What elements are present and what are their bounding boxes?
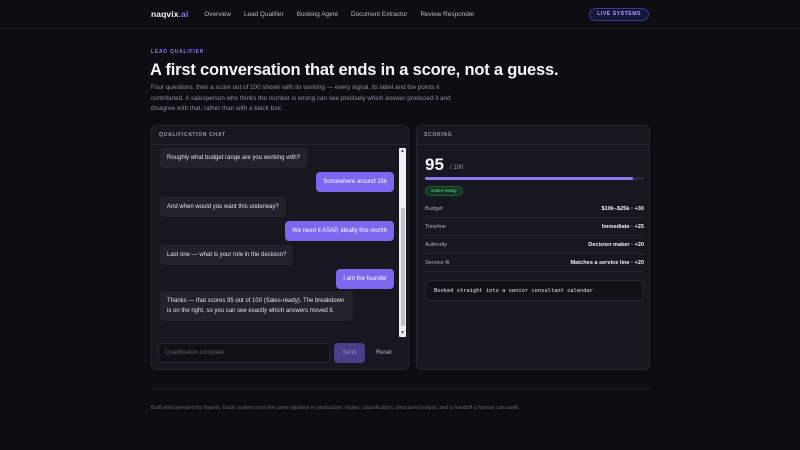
- chat-messages: Roughly what budget range are you workin…: [158, 146, 396, 338]
- logo-text: naqvix: [151, 9, 179, 19]
- logo-suffix: .ai: [178, 9, 189, 19]
- logo[interactable]: naqvix.ai: [151, 9, 188, 19]
- score-row-value: Immediate · +25: [601, 223, 644, 230]
- live-systems-badge[interactable]: LIVE SYSTEMS: [589, 8, 649, 21]
- footer-text: Built and operated by Naqvix. Each syste…: [151, 405, 520, 411]
- chat-scrollbar[interactable]: ▲ ▼: [399, 148, 406, 337]
- scoring-panel-header: SCORING: [417, 126, 649, 145]
- score-max: / 100: [450, 165, 464, 171]
- nav-link-review-responder[interactable]: Review Responder: [420, 11, 474, 18]
- score-row-label: Service fit: [425, 259, 450, 266]
- user-message: I am the founder: [336, 269, 394, 289]
- chat-input[interactable]: Qualification complete: [158, 343, 330, 363]
- chat-panel-header: QUALIFICATION CHAT: [152, 126, 408, 145]
- scroll-thumb[interactable]: [400, 208, 405, 326]
- score-row-value: Decision maker · +20: [588, 241, 644, 248]
- nav-link-lead-qualifier[interactable]: Lead Qualifier: [244, 11, 284, 18]
- top-nav: naqvix.ai Overview Lead Qualifier Bookin…: [0, 0, 800, 29]
- bot-message: And when would you want this underway?: [160, 197, 286, 217]
- nav-link-overview[interactable]: Overview: [204, 11, 231, 18]
- score-value: 95: [425, 155, 444, 174]
- user-message: We need it ASAP, ideally this month: [285, 221, 394, 241]
- chat-area: Roughly what budget range are you workin…: [152, 146, 408, 369]
- page-description: Four questions, then a score out of 100 …: [151, 84, 451, 112]
- user-message: Somewhere around 15k: [316, 172, 394, 192]
- qualification-chat-panel: QUALIFICATION CHAT Roughly what budget r…: [151, 125, 409, 370]
- nav-link-document-extractor[interactable]: Document Extractor: [351, 11, 407, 18]
- scroll-down-arrow-icon[interactable]: ▼: [399, 330, 406, 337]
- handoff-result: Booked straight into a senior consultant…: [425, 280, 644, 301]
- nav-links: Overview Lead Qualifier Booking Agent Do…: [204, 11, 487, 18]
- bot-message: Roughly what budget range are you workin…: [160, 148, 308, 168]
- score-row-label: Budget: [425, 205, 443, 212]
- footer-divider: [151, 388, 650, 389]
- scoring-panel: SCORING 95 / 100 Sales-ready Budget $10k…: [416, 125, 650, 370]
- page-title: A first conversation that ends in a scor…: [150, 61, 559, 79]
- bot-message: Thanks — that scores 95 out of 100 (Sale…: [160, 291, 353, 321]
- send-button[interactable]: Send: [334, 343, 365, 363]
- section-eyebrow: LEAD QUALIFIER: [151, 49, 205, 55]
- score-breakdown: Budget $10k–$25k · +30 Timeline Immediat…: [425, 200, 644, 272]
- score-row-authority: Authority Decision maker · +20: [425, 236, 644, 254]
- scroll-up-arrow-icon[interactable]: ▲: [399, 148, 406, 155]
- score-row-service-fit: Service fit Matches a service line · +20: [425, 254, 644, 272]
- score-row-value: Matches a service line · +20: [570, 259, 644, 266]
- nav-link-booking-agent[interactable]: Booking Agent: [297, 11, 338, 18]
- score-row-label: Timeline: [425, 223, 446, 230]
- status-badge: Sales-ready: [425, 186, 463, 196]
- score-row-label: Authority: [425, 241, 448, 248]
- reset-button[interactable]: Reset: [368, 343, 400, 363]
- bot-message: Last one — what is your role in the deci…: [160, 245, 294, 265]
- score-progress-fill: [425, 177, 634, 180]
- score-progress-bar: [425, 177, 644, 180]
- score-row-budget: Budget $10k–$25k · +30: [425, 200, 644, 218]
- score-row-value: $10k–$25k · +30: [601, 205, 644, 212]
- score-row-timeline: Timeline Immediate · +25: [425, 218, 644, 236]
